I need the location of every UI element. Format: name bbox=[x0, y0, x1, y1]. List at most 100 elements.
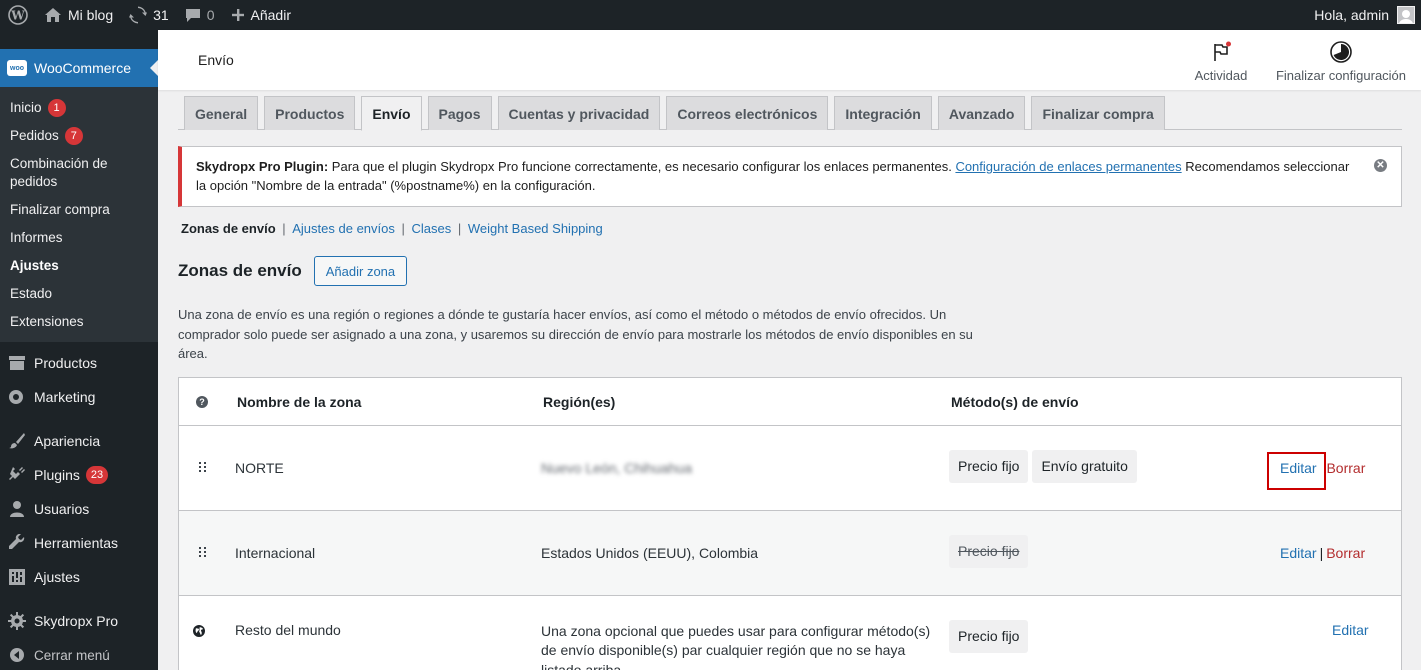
submenu-combinacion-pedidos[interactable]: Combinación de pedidos bbox=[0, 150, 158, 196]
collapse-icon bbox=[8, 646, 26, 664]
subnav-clases[interactable]: Clases bbox=[411, 221, 451, 236]
tab-integracion[interactable]: Integración bbox=[834, 96, 932, 130]
pedidos-badge: 7 bbox=[64, 127, 83, 145]
edit-zone-link[interactable]: Editar bbox=[1280, 545, 1317, 561]
plugin-icon bbox=[8, 466, 26, 484]
submenu-label: Pedidos bbox=[10, 128, 59, 143]
woocommerce-header: Envío Actividad Finalizar configuración bbox=[158, 30, 1421, 90]
subnav-ajustes-envios[interactable]: Ajustes de envíos bbox=[292, 221, 395, 236]
admin-bar: W Mi blog 31 0 Añadir Hola, admin bbox=[0, 0, 1421, 30]
main-content: General Productos Envío Pagos Cuentas y … bbox=[178, 90, 1402, 670]
tab-correos[interactable]: Correos electrónicos bbox=[666, 96, 829, 130]
menu-label: Herramientas bbox=[34, 535, 119, 551]
menu-skydropx[interactable]: Skydropx Pro bbox=[0, 604, 158, 638]
method-badge: Precio fijo bbox=[949, 449, 1029, 483]
tab-general[interactable]: General bbox=[184, 96, 259, 130]
menu-marketing[interactable]: Marketing bbox=[0, 380, 158, 414]
woocommerce-logo-icon: woo bbox=[7, 60, 27, 76]
subnav-zonas-envio[interactable]: Zonas de envío bbox=[181, 221, 276, 236]
zone-regions: Estados Unidos (EEUU), Colombia bbox=[541, 544, 759, 561]
submenu-label: Inicio bbox=[10, 100, 42, 115]
settings-tabs: General Productos Envío Pagos Cuentas y … bbox=[178, 96, 1402, 131]
comments-count: 0 bbox=[206, 7, 215, 23]
comment-icon bbox=[185, 8, 200, 22]
skydropx-notice: Skydropx Pro Plugin: Para que el plugin … bbox=[178, 146, 1402, 207]
tab-envio[interactable]: Envío bbox=[361, 96, 422, 131]
avatar[interactable] bbox=[1397, 6, 1415, 24]
add-zone-button[interactable]: Añadir zona bbox=[313, 256, 408, 286]
submenu-informes[interactable]: Informes bbox=[0, 224, 158, 252]
add-new-label: Añadir bbox=[250, 7, 291, 23]
collapse-menu[interactable]: Cerrar menú bbox=[0, 638, 158, 670]
subnav-weight-based-shipping[interactable]: Weight Based Shipping bbox=[468, 221, 603, 236]
menu-label: Apariencia bbox=[34, 433, 101, 449]
submenu-ajustes[interactable]: Ajustes bbox=[0, 252, 158, 280]
menu-ajustes[interactable]: Ajustes bbox=[0, 560, 158, 594]
zone-name: Resto del mundo bbox=[235, 621, 341, 638]
flag-icon bbox=[1214, 41, 1231, 61]
comments-link[interactable]: 0 bbox=[177, 0, 223, 30]
greeting[interactable]: Hola, admin bbox=[1314, 7, 1389, 23]
submenu-label: Ajustes bbox=[10, 258, 59, 273]
permalinks-link[interactable]: Configuración de enlaces permanentes bbox=[955, 159, 1181, 174]
updates-icon bbox=[129, 6, 148, 24]
activity-label: Actividad bbox=[1194, 68, 1248, 83]
page-title: Envío bbox=[198, 52, 234, 68]
tab-avanzado[interactable]: Avanzado bbox=[937, 96, 1026, 130]
submenu-inicio[interactable]: Inicio 1 bbox=[0, 94, 158, 122]
menu-label: Usuarios bbox=[34, 501, 90, 517]
dismiss-icon[interactable]: ✕ bbox=[1374, 159, 1387, 172]
submenu-label: Estado bbox=[10, 286, 53, 301]
paintbrush-icon bbox=[8, 432, 26, 450]
column-methods: Método(s) de envío bbox=[951, 393, 1079, 410]
inicio-badge: 1 bbox=[47, 99, 66, 117]
submenu-label: Combinación de pedidos bbox=[10, 156, 108, 189]
table-row: Internacional Estados Unidos (EEUU), Col… bbox=[179, 510, 1401, 596]
drag-handle-icon[interactable] bbox=[199, 545, 207, 559]
menu-label: Skydropx Pro bbox=[34, 613, 119, 629]
wrench-icon bbox=[8, 534, 26, 552]
submenu-label: Informes bbox=[10, 230, 63, 245]
users-icon bbox=[8, 500, 26, 518]
edit-zone-link[interactable]: Editar bbox=[1332, 622, 1369, 638]
table-row: Resto del mundo Una zona opcional que pu… bbox=[179, 596, 1401, 670]
tab-cuentas-privacidad[interactable]: Cuentas y privacidad bbox=[497, 96, 661, 130]
finish-setup-label: Finalizar configuración bbox=[1275, 68, 1407, 83]
submenu-pedidos[interactable]: Pedidos 7 bbox=[0, 122, 158, 150]
updates-count: 31 bbox=[153, 7, 169, 23]
shipping-subnav: Zonas de envío | Ajustes de envíos | Cla… bbox=[181, 221, 603, 236]
submenu-finalizar-compra[interactable]: Finalizar compra bbox=[0, 196, 158, 224]
delete-zone-link[interactable]: Borrar bbox=[1326, 545, 1365, 561]
add-new-link[interactable]: Añadir bbox=[223, 0, 299, 30]
menu-usuarios[interactable]: Usuarios bbox=[0, 492, 158, 526]
submenu-extensiones[interactable]: Extensiones bbox=[0, 308, 158, 336]
menu-plugins[interactable]: Plugins 23 bbox=[0, 458, 158, 492]
tab-productos[interactable]: Productos bbox=[264, 96, 356, 130]
zones-description: Una zona de envío es una región o region… bbox=[178, 307, 973, 361]
menu-apariencia[interactable]: Apariencia bbox=[0, 424, 158, 458]
zone-name: Internacional bbox=[235, 544, 316, 561]
plugins-badge: 23 bbox=[85, 466, 109, 484]
menu-label: Productos bbox=[34, 355, 98, 371]
activity-button[interactable]: Actividad bbox=[1188, 40, 1254, 83]
zone-name: NORTE bbox=[235, 459, 284, 476]
menu-label: Marketing bbox=[34, 389, 96, 405]
site-name-link[interactable]: Mi blog bbox=[36, 0, 121, 30]
finish-setup-button[interactable]: Finalizar configuración bbox=[1268, 40, 1414, 83]
menu-label: Plugins bbox=[34, 467, 80, 483]
tab-pagos[interactable]: Pagos bbox=[427, 96, 492, 130]
submenu-estado[interactable]: Estado bbox=[0, 280, 158, 308]
tab-finalizar-compra[interactable]: Finalizar compra bbox=[1031, 96, 1165, 130]
drag-handle-icon[interactable] bbox=[199, 460, 207, 474]
updates-link[interactable]: 31 bbox=[121, 0, 177, 30]
admin-sidebar: woo WooCommerce Inicio 1 Pedidos 7 Combina… bbox=[0, 30, 158, 670]
delete-zone-link[interactable]: Borrar bbox=[1326, 460, 1365, 476]
menu-productos[interactable]: Productos bbox=[0, 346, 158, 380]
archive-icon bbox=[8, 354, 26, 372]
table-row: NORTE Nuevo León, Chihuahua Precio fijo E… bbox=[179, 426, 1401, 511]
menu-herramientas[interactable]: Herramientas bbox=[0, 526, 158, 560]
help-icon[interactable]: ? bbox=[196, 395, 208, 408]
menu-woocommerce[interactable]: woo WooCommerce bbox=[0, 49, 158, 87]
wordpress-logo-icon[interactable]: W bbox=[0, 0, 36, 30]
method-badge: Envío gratuito bbox=[1032, 449, 1137, 483]
